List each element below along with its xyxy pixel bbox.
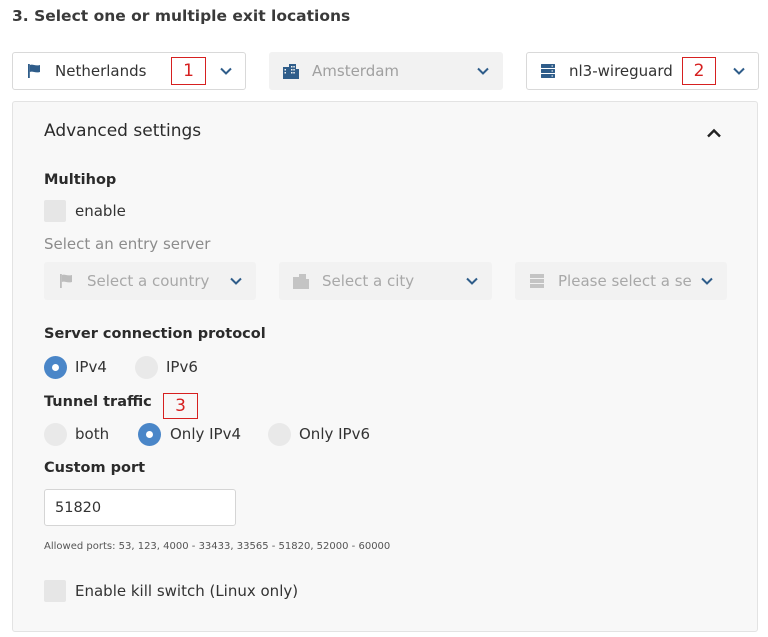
flag-icon [25, 62, 43, 80]
tunnel-both-radio[interactable] [44, 423, 67, 446]
advanced-settings-panel [12, 101, 758, 632]
flag-icon [57, 272, 75, 290]
tunnel-traffic-label: Tunnel traffic [44, 394, 152, 410]
entry-country-placeholder: Select a country [87, 272, 210, 290]
tunnel-both-label: both [75, 425, 110, 443]
server-icon [528, 272, 546, 290]
city-icon [282, 62, 300, 80]
exit-city-select[interactable]: Amsterdam [269, 52, 503, 90]
entry-server-placeholder: Please select a serv [558, 272, 692, 290]
tunnel-only-ipv4-label: Only IPv4 [170, 425, 242, 443]
chevron-up-icon[interactable] [706, 123, 724, 138]
exit-city-value: Amsterdam [312, 62, 400, 80]
multihop-enable-label: enable [75, 202, 126, 220]
chevron-down-icon [465, 274, 479, 288]
kill-switch-checkbox[interactable] [44, 580, 66, 602]
entry-server-select[interactable]: Please select a serv [515, 262, 727, 300]
multihop-enable-checkbox[interactable] [44, 200, 66, 222]
annotation-2: 2 [682, 57, 716, 85]
entry-city-select[interactable]: Select a city [279, 262, 492, 300]
entry-city-placeholder: Select a city [322, 272, 415, 290]
annotation-1: 1 [171, 57, 206, 85]
protocol-label: Server connection protocol [44, 326, 266, 342]
multihop-label: Multihop [44, 172, 117, 188]
exit-country-select[interactable]: Netherlands [12, 52, 246, 90]
section-title: 3. Select one or multiple exit locations [12, 7, 351, 25]
server-icon [539, 62, 557, 80]
chevron-down-icon [229, 274, 243, 288]
allowed-ports-hint: Allowed ports: 53, 123, 4000 - 33433, 33… [44, 541, 391, 552]
kill-switch-label: Enable kill switch (Linux only) [75, 582, 299, 600]
protocol-ipv6-radio[interactable] [135, 356, 158, 379]
city-icon [292, 272, 310, 290]
entry-server-label: Select an entry server [44, 235, 211, 253]
protocol-ipv4-label: IPv4 [75, 358, 107, 376]
entry-country-select[interactable]: Select a country [44, 262, 256, 300]
annotation-3: 3 [163, 393, 198, 419]
advanced-settings-title: Advanced settings [44, 121, 202, 141]
protocol-ipv4-radio[interactable] [44, 356, 67, 379]
tunnel-only-ipv6-label: Only IPv6 [299, 425, 371, 443]
custom-port-label: Custom port [44, 460, 146, 476]
chevron-down-icon [219, 64, 233, 78]
exit-server-select[interactable]: nl3-wireguard [526, 52, 759, 90]
custom-port-input[interactable] [44, 489, 236, 526]
chevron-down-icon [700, 274, 714, 288]
tunnel-only-ipv4-radio[interactable] [138, 423, 161, 446]
chevron-down-icon [476, 64, 490, 78]
chevron-down-icon [732, 64, 746, 78]
tunnel-only-ipv6-radio[interactable] [268, 423, 291, 446]
protocol-ipv6-label: IPv6 [166, 358, 198, 376]
